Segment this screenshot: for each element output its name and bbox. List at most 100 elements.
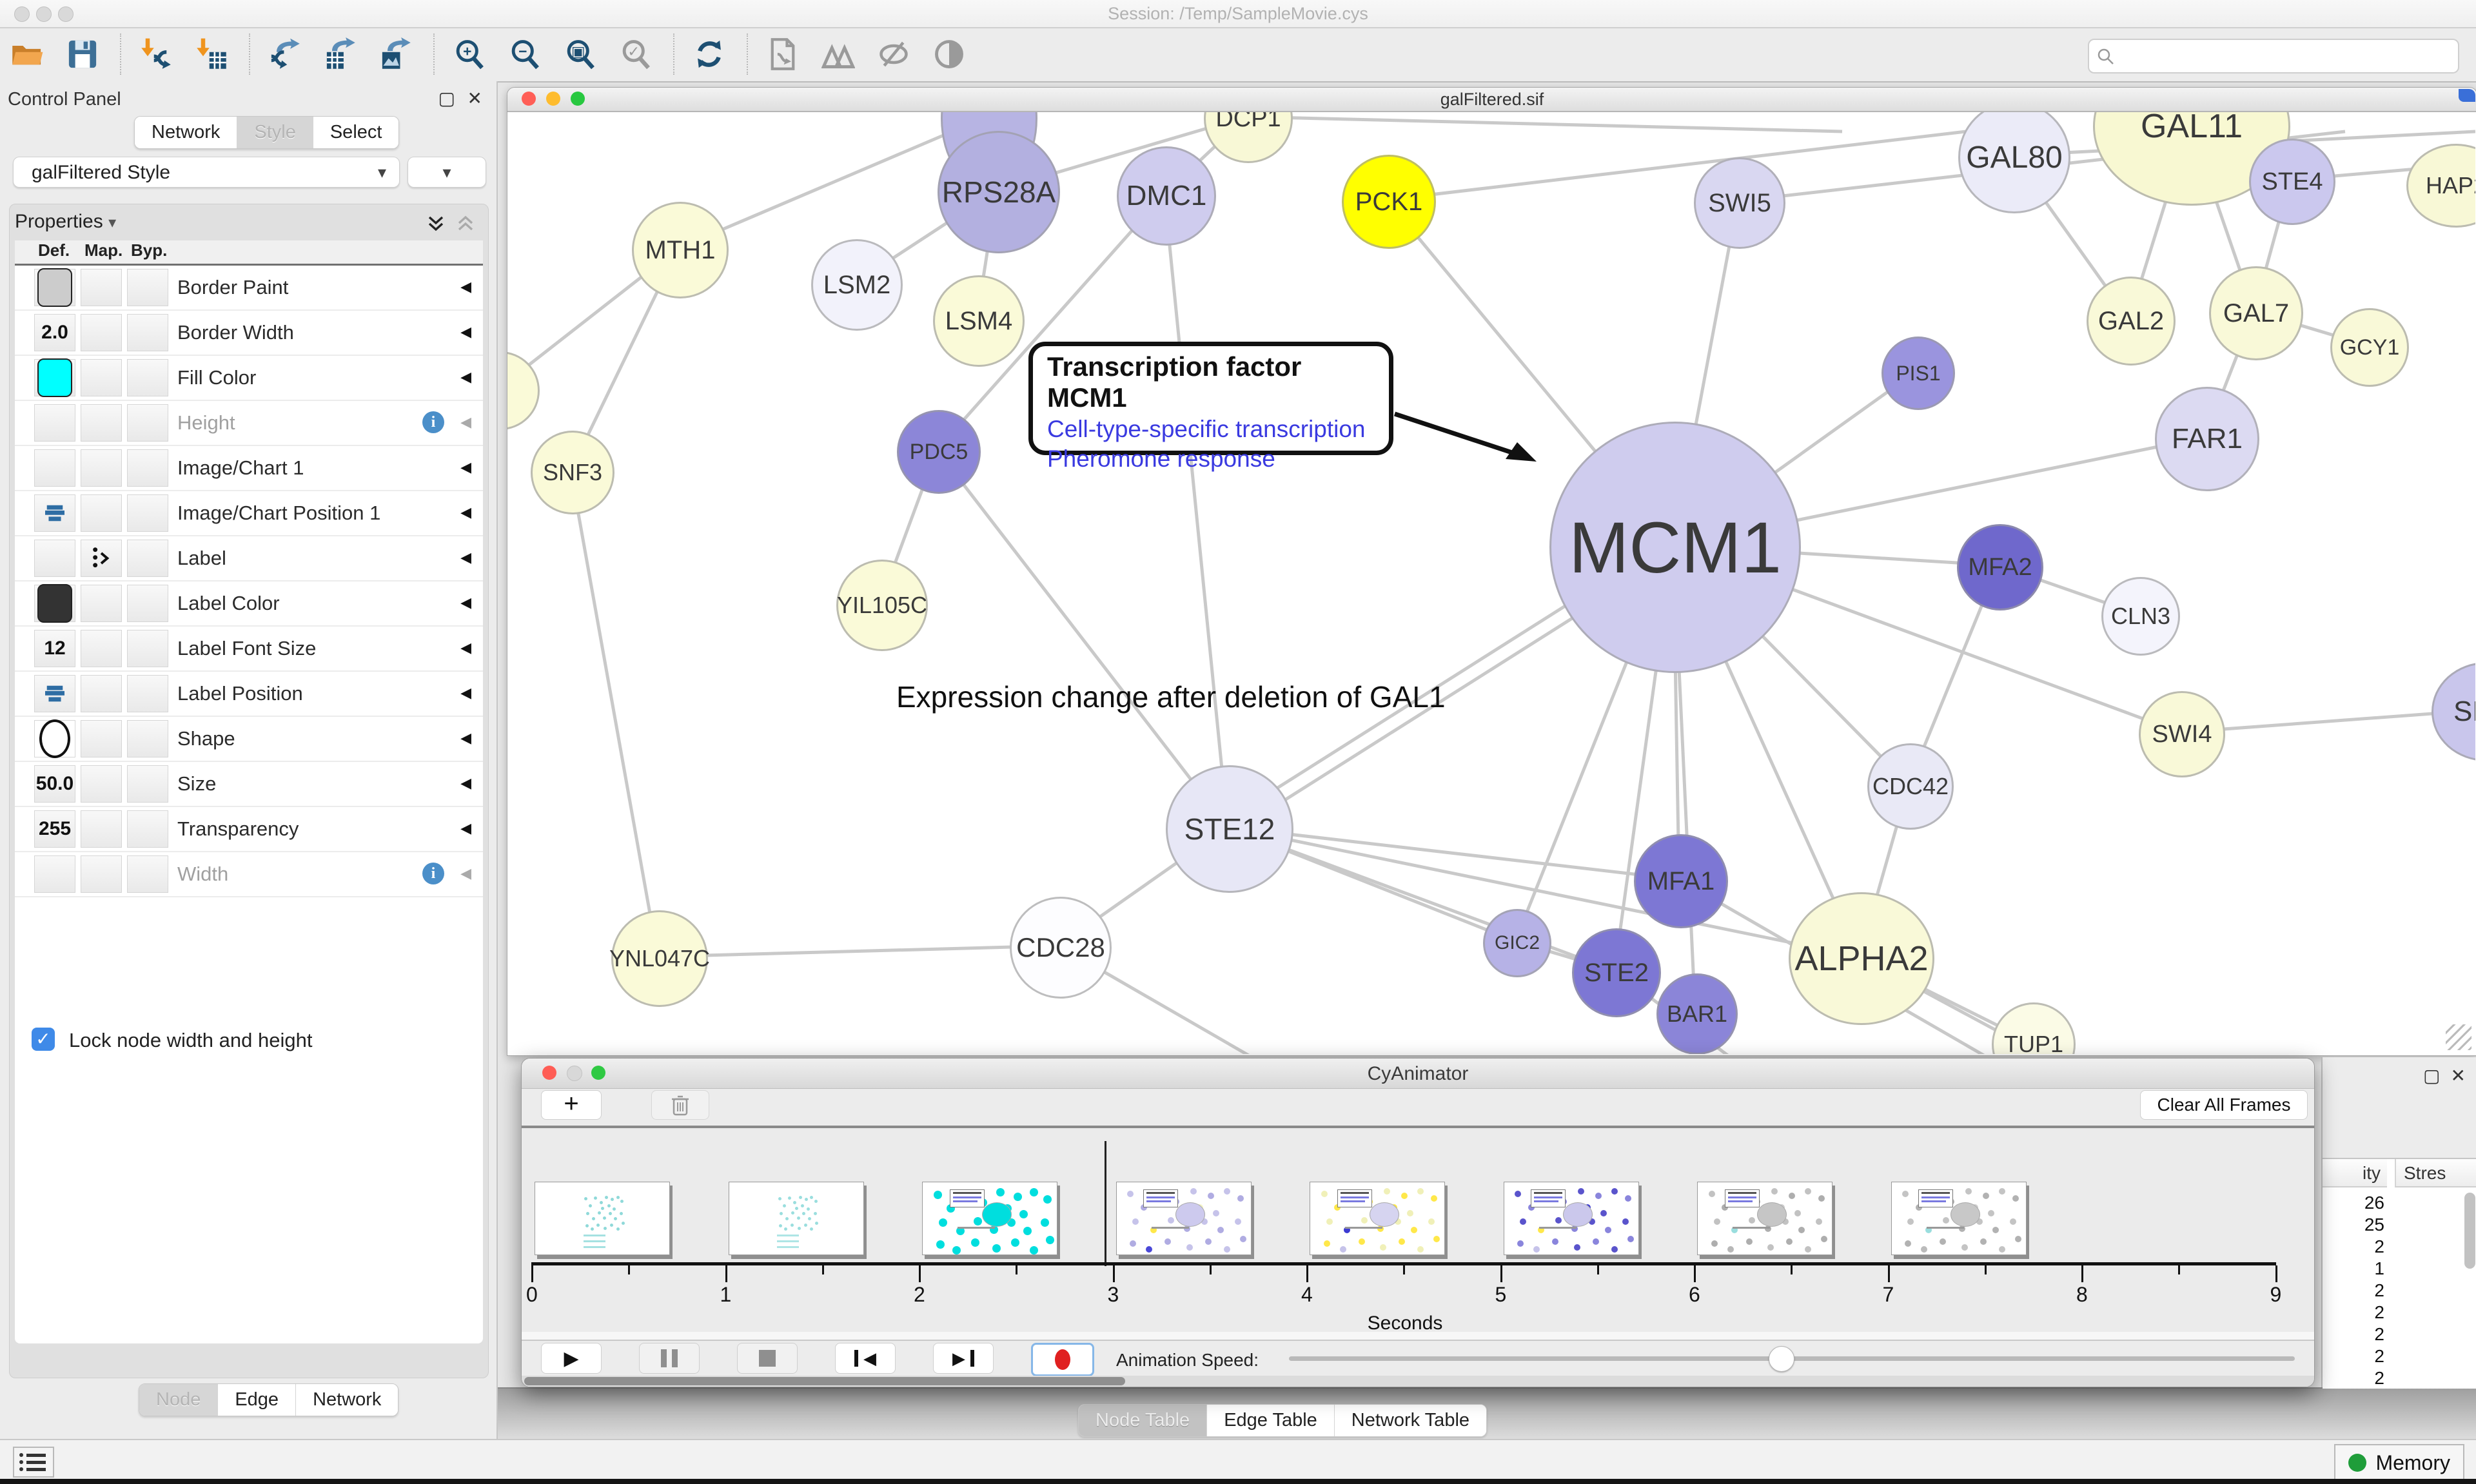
network-window-titlebar[interactable]: galFiltered.sif: [507, 88, 2476, 112]
bypass-cell[interactable]: [127, 810, 168, 848]
node-table[interactable]: ity Stres 26252122222: [2323, 1158, 2476, 1389]
default-value-cell[interactable]: 2.0: [34, 314, 75, 351]
hide-details-icon[interactable]: [876, 36, 912, 72]
table-cell[interactable]: 2: [2323, 1324, 2384, 1345]
style-selector[interactable]: galFiltered Style ▾: [13, 157, 400, 188]
mapping-cell[interactable]: [81, 630, 122, 667]
open-session-icon[interactable]: [9, 36, 45, 72]
network-node-swi5[interactable]: SWI5: [1694, 157, 1785, 249]
export-network-icon[interactable]: [267, 36, 303, 72]
network-node-cdc42[interactable]: CDC42: [1867, 743, 1954, 830]
property-row-label-font-size[interactable]: 12Label Font Size◀: [15, 627, 483, 672]
property-row-shape[interactable]: Shape◀: [15, 717, 483, 762]
export-table-icon[interactable]: [322, 36, 359, 72]
frame-thumbnail-3[interactable]: [1116, 1182, 1252, 1255]
lock-node-size-checkbox[interactable]: ✓: [32, 1028, 55, 1051]
network-node-gal7[interactable]: GAL7: [2209, 266, 2303, 360]
pause-button[interactable]: [639, 1343, 700, 1374]
table-cell[interactable]: 2: [2323, 1368, 2384, 1389]
clear-all-frames-button[interactable]: Clear All Frames: [2140, 1090, 2308, 1120]
default-value-cell[interactable]: [34, 494, 75, 532]
network-node-far1[interactable]: FAR1: [2155, 387, 2259, 491]
mapping-cell[interactable]: [81, 585, 122, 622]
network-node-dmc1[interactable]: DMC1: [1117, 146, 1216, 246]
zoom-out-icon[interactable]: −: [507, 36, 543, 72]
network-node-rps28a[interactable]: RPS28A: [938, 131, 1060, 253]
property-row-label-position[interactable]: Label Position◀: [15, 672, 483, 717]
network-node-lsm4[interactable]: LSM4: [933, 275, 1025, 367]
gripper-icon[interactable]: [2459, 89, 2475, 102]
stop-button[interactable]: [737, 1343, 798, 1374]
default-value-cell[interactable]: 50.0: [34, 765, 75, 803]
mapping-cell[interactable]: [81, 269, 122, 306]
property-row-label-color[interactable]: Label Color◀: [15, 581, 483, 627]
expand-row-icon[interactable]: ◀: [460, 549, 471, 566]
network-node-alpha2[interactable]: ALPHA2: [1789, 892, 1934, 1025]
expand-row-icon[interactable]: ◀: [460, 594, 471, 611]
default-value-cell[interactable]: [34, 449, 75, 487]
default-value-cell[interactable]: [34, 359, 75, 396]
frame-thumbnail-0[interactable]: [535, 1182, 670, 1255]
column-header[interactable]: Stres: [2395, 1159, 2476, 1187]
import-network-icon[interactable]: [138, 36, 174, 72]
property-row-width[interactable]: Widthi◀: [15, 852, 483, 897]
delete-frame-button[interactable]: [651, 1090, 709, 1120]
expand-row-icon[interactable]: ◀: [460, 865, 471, 882]
network-node-swi4[interactable]: SWI4: [2139, 691, 2225, 777]
network-node-gic2[interactable]: GIC2: [1483, 909, 1551, 977]
bypass-cell[interactable]: [127, 494, 168, 532]
play-button[interactable]: ▶: [541, 1343, 602, 1374]
network-node-bar1[interactable]: BAR1: [1656, 973, 1738, 1054]
default-value-cell[interactable]: [34, 404, 75, 442]
info-icon[interactable]: i: [422, 411, 444, 433]
zoom-selected-icon[interactable]: ✓: [618, 36, 654, 72]
close-panel-icon[interactable]: ✕: [467, 88, 482, 109]
info-icon[interactable]: i: [422, 863, 444, 884]
mapping-cell[interactable]: [81, 494, 122, 532]
mapping-cell[interactable]: [81, 449, 122, 487]
expand-row-icon[interactable]: ◀: [460, 369, 471, 386]
vertical-scrollbar[interactable]: [2464, 1193, 2475, 1269]
property-row-border-paint[interactable]: Border Paint◀: [15, 266, 483, 311]
mapping-cell[interactable]: [81, 540, 122, 577]
annotation-link-2[interactable]: Pheromone response: [1047, 445, 1375, 473]
expand-row-icon[interactable]: ◀: [460, 820, 471, 837]
annotation-link-1[interactable]: Cell-type-specific transcription: [1047, 416, 1375, 443]
refresh-icon[interactable]: [691, 36, 727, 72]
collapse-all-icon[interactable]: [455, 212, 477, 243]
import-table-icon[interactable]: [193, 36, 230, 72]
expand-row-icon[interactable]: ◀: [460, 685, 471, 701]
table-cell[interactable]: 25: [2323, 1215, 2384, 1235]
overview-icon[interactable]: [820, 36, 856, 72]
network-node-ste12[interactable]: STE12: [1166, 765, 1293, 893]
playhead[interactable]: [1105, 1141, 1106, 1266]
bypass-cell[interactable]: [127, 720, 168, 757]
cyanimator-timeline[interactable]: 0123456789 Seconds: [522, 1128, 2314, 1332]
expand-row-icon[interactable]: ◀: [460, 730, 471, 747]
table-cell[interactable]: 2: [2323, 1236, 2384, 1257]
network-canvas[interactable]: RPS28ADMC1DCP1PCK1MTH1LSM2LSM4SNF3PDC5YI…: [507, 112, 2475, 1054]
tab-node[interactable]: Node: [139, 1384, 218, 1416]
memory-button[interactable]: Memory: [2334, 1444, 2464, 1481]
property-row-transparency[interactable]: 255Transparency◀: [15, 807, 483, 852]
style-options-button[interactable]: ▾: [408, 157, 486, 188]
tab-network-table[interactable]: Network Table: [1335, 1405, 1486, 1436]
record-button[interactable]: [1031, 1343, 1094, 1376]
skip-start-button[interactable]: ◀: [835, 1343, 896, 1374]
property-row-label[interactable]: Label◀: [15, 536, 483, 581]
add-frame-button[interactable]: +: [541, 1090, 602, 1120]
tab-node-table[interactable]: Node Table: [1079, 1405, 1207, 1436]
bypass-cell[interactable]: [127, 359, 168, 396]
property-row-height[interactable]: Heighti◀: [15, 401, 483, 446]
frame-thumbnail-1[interactable]: [729, 1182, 864, 1255]
bypass-cell[interactable]: [127, 630, 168, 667]
annotation-box[interactable]: Transcription factor MCM1 Cell-type-spec…: [1028, 342, 1393, 455]
expand-row-icon[interactable]: ◀: [460, 775, 471, 792]
bypass-cell[interactable]: [127, 540, 168, 577]
default-value-cell[interactable]: 255: [34, 810, 75, 848]
network-node-cdc28[interactable]: CDC28: [1010, 897, 1112, 999]
network-file-icon[interactable]: [765, 36, 801, 72]
default-value-cell[interactable]: [34, 855, 75, 893]
property-row-image-chart-position-1[interactable]: Image/Chart Position 1◀: [15, 491, 483, 536]
default-value-cell[interactable]: [34, 585, 75, 622]
